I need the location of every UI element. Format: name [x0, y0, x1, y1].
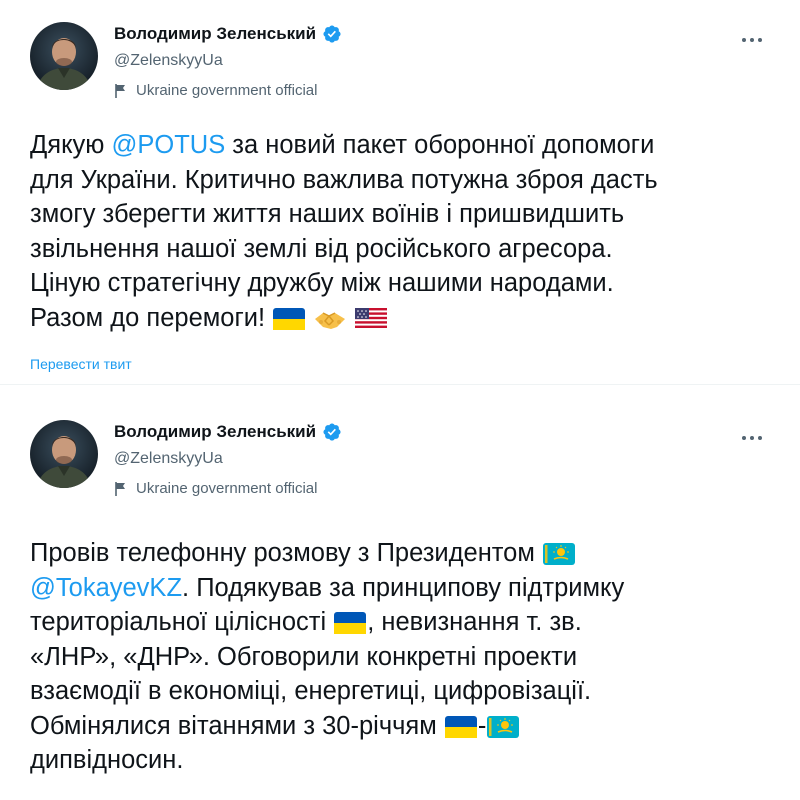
author-handle[interactable]: @ZelenskyyUa	[114, 52, 223, 70]
author-name-row[interactable]: Володимир Зеленський	[114, 422, 342, 442]
flag-ukraine-icon	[272, 307, 306, 331]
tweet-header: Володимир Зеленський @ZelenskyyUa Ukrain…	[30, 10, 780, 99]
tweet-card[interactable]: Володимир Зеленський @ZelenskyyUa Ukrain…	[0, 0, 800, 382]
flag-kazakhstan-icon	[486, 715, 520, 739]
government-label: Ukraine government official	[114, 480, 317, 497]
flag-ukraine-icon	[444, 715, 478, 739]
more-options-icon[interactable]	[732, 28, 772, 52]
author-name-row[interactable]: Володимир Зеленський	[114, 24, 342, 44]
government-label-text: Ukraine government official	[136, 480, 318, 497]
government-label-text: Ukraine government official	[136, 82, 318, 99]
tweet-divider	[0, 384, 800, 396]
author-name[interactable]: Володимир Зеленський	[114, 422, 316, 442]
mention-link[interactable]: @POTUS	[111, 131, 225, 159]
avatar[interactable]	[30, 420, 98, 488]
flag-icon	[115, 83, 125, 98]
verified-badge-icon	[323, 423, 341, 441]
tweet-text: Провів телефонну розмову з Президентом @…	[30, 539, 625, 774]
flag-icon	[115, 481, 125, 496]
government-label: Ukraine government official	[114, 82, 317, 99]
author-name[interactable]: Володимир Зеленський	[114, 24, 316, 44]
tweet-text: Дякую @POTUS за новий пакет оборонної до…	[30, 131, 658, 332]
flag-usa-icon	[354, 307, 388, 331]
avatar[interactable]	[30, 22, 98, 90]
flag-kazakhstan-icon	[542, 542, 576, 566]
translate-tweet-link[interactable]: Перевести твит	[30, 356, 132, 372]
verified-badge-icon	[323, 25, 341, 43]
mention-link[interactable]: @TokayevKZ	[30, 574, 182, 602]
flag-ukraine-icon	[333, 611, 367, 635]
author-handle[interactable]: @ZelenskyyUa	[114, 450, 223, 468]
tweet-card[interactable]: Володимир Зеленський @ZelenskyyUa Ukrain…	[0, 398, 800, 800]
tweet-header: Володимир Зеленський @ZelenskyyUa Ukrain…	[30, 408, 780, 497]
handshake-icon	[313, 307, 347, 331]
more-options-icon[interactable]	[732, 426, 772, 450]
